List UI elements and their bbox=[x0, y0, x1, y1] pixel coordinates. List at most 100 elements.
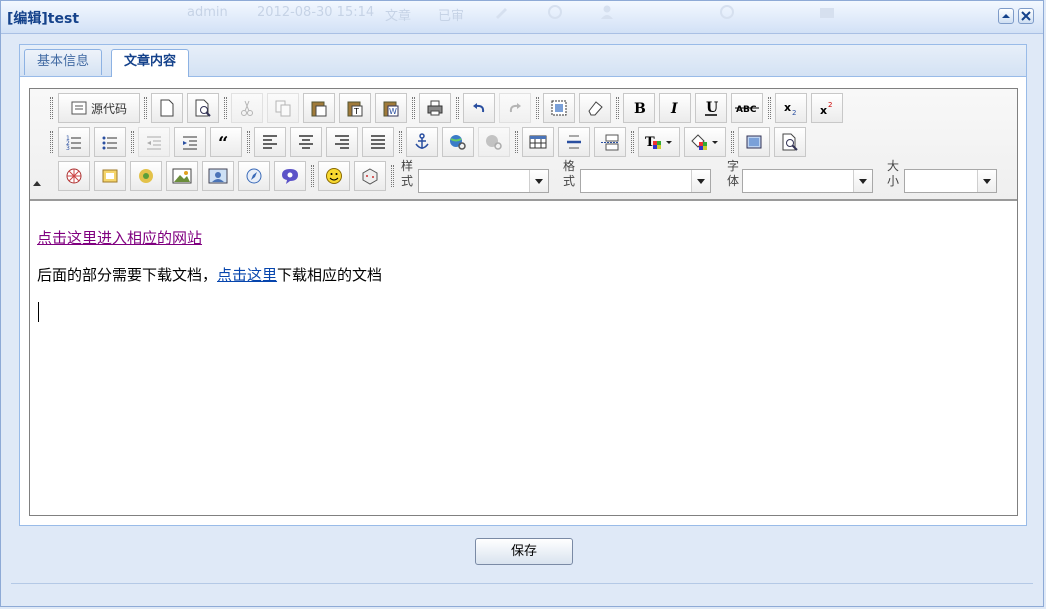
collapse-window-button[interactable] bbox=[998, 8, 1014, 24]
save-button[interactable]: 保存 bbox=[475, 538, 573, 565]
numbered-list-button[interactable]: 123 bbox=[58, 127, 90, 157]
print-icon bbox=[427, 100, 443, 116]
undo-button[interactable] bbox=[463, 93, 495, 123]
horizontal-rule-button[interactable] bbox=[558, 127, 590, 157]
format-combo[interactable] bbox=[580, 169, 711, 193]
globe-link-icon bbox=[450, 135, 466, 150]
text-color-button[interactable]: T bbox=[638, 127, 680, 157]
globe-unlink-icon bbox=[486, 135, 502, 150]
insert-special-char-button[interactable] bbox=[354, 161, 386, 191]
close-icon bbox=[1021, 11, 1031, 21]
strikethrough-icon: ABC bbox=[735, 105, 759, 115]
toolbar-separator bbox=[399, 131, 402, 153]
svg-text:W: W bbox=[389, 107, 397, 116]
size-combo-label: 大小 bbox=[886, 159, 899, 188]
insert-smiley-button[interactable] bbox=[318, 161, 350, 191]
preview-button[interactable] bbox=[187, 93, 219, 123]
toolbar-separator bbox=[412, 97, 415, 119]
blockquote-button[interactable]: “ bbox=[210, 127, 242, 157]
numbered-list-icon: 123 bbox=[66, 135, 81, 151]
find-button[interactable] bbox=[774, 127, 806, 157]
insert-image-button[interactable] bbox=[166, 161, 198, 191]
underline-button[interactable]: U bbox=[695, 93, 727, 123]
chevron-down-icon bbox=[691, 170, 710, 192]
chevron-down-icon bbox=[977, 170, 996, 192]
insert-media-button[interactable] bbox=[94, 161, 126, 191]
bulleted-list-icon bbox=[102, 136, 117, 150]
copy-button[interactable] bbox=[267, 93, 299, 123]
close-window-button[interactable] bbox=[1018, 8, 1034, 24]
paste-button[interactable] bbox=[303, 93, 335, 123]
page-break-icon bbox=[601, 134, 619, 151]
remove-format-button[interactable] bbox=[579, 93, 611, 123]
website-link[interactable]: 点击这里进入相应的网站 bbox=[37, 229, 202, 247]
insert-link-button[interactable] bbox=[442, 127, 474, 157]
find-icon bbox=[782, 133, 798, 151]
insert-audio-button[interactable] bbox=[130, 161, 162, 191]
toolbar-separator bbox=[50, 131, 53, 153]
page-break-button[interactable] bbox=[594, 127, 626, 157]
insert-safari-button[interactable] bbox=[238, 161, 270, 191]
paste-word-button[interactable]: W bbox=[375, 93, 407, 123]
align-center-button[interactable] bbox=[290, 127, 322, 157]
copy-icon bbox=[275, 100, 291, 117]
maximize-editor-button[interactable] bbox=[738, 127, 770, 157]
compass-icon bbox=[246, 168, 262, 184]
indent-button[interactable] bbox=[174, 127, 206, 157]
paste-text-button[interactable]: T bbox=[339, 93, 371, 123]
collapse-toolbar-icon[interactable] bbox=[33, 181, 41, 186]
download-link[interactable]: 点击这里 bbox=[217, 266, 277, 284]
justify-button[interactable] bbox=[362, 127, 394, 157]
cut-button[interactable] bbox=[231, 93, 263, 123]
table-icon bbox=[529, 135, 547, 149]
redo-button[interactable] bbox=[499, 93, 531, 123]
media-icon bbox=[102, 169, 118, 183]
svg-text:B: B bbox=[634, 101, 646, 116]
toolbar-separator bbox=[247, 131, 250, 153]
source-code-button[interactable]: 源代码 bbox=[58, 93, 140, 123]
bulleted-list-button[interactable] bbox=[94, 127, 126, 157]
font-combo[interactable] bbox=[742, 169, 873, 193]
outdent-button[interactable] bbox=[138, 127, 170, 157]
toolbar-separator bbox=[536, 97, 539, 119]
insert-flash-button[interactable] bbox=[58, 161, 90, 191]
align-center-icon bbox=[299, 135, 313, 149]
size-combo[interactable] bbox=[904, 169, 997, 193]
tab-article-content[interactable]: 文章内容 bbox=[111, 49, 190, 77]
source-icon bbox=[71, 101, 87, 115]
horizontal-rule-icon bbox=[567, 135, 581, 149]
chevron-down-icon bbox=[529, 170, 548, 192]
window-title: [编辑]test bbox=[7, 11, 80, 27]
speech-bubble-icon bbox=[282, 169, 298, 184]
new-page-button[interactable] bbox=[151, 93, 183, 123]
superscript-button[interactable]: x2 bbox=[811, 93, 843, 123]
svg-text:2: 2 bbox=[828, 101, 832, 109]
print-button[interactable] bbox=[419, 93, 451, 123]
toolbar-separator bbox=[515, 131, 518, 153]
insert-avatar-button[interactable] bbox=[202, 161, 234, 191]
paste-icon bbox=[311, 101, 327, 117]
insert-special-button[interactable] bbox=[274, 161, 306, 191]
window-titlebar[interactable]: [编辑]test admin 2012-08-30 15:14 文章 已审 bbox=[1, 1, 1043, 34]
anchor-button[interactable] bbox=[406, 127, 438, 157]
align-left-icon bbox=[263, 135, 277, 149]
align-left-button[interactable] bbox=[254, 127, 286, 157]
style-combo[interactable] bbox=[418, 169, 549, 193]
bg-clock-icon bbox=[719, 4, 735, 20]
source-code-label: 源代码 bbox=[90, 101, 127, 116]
select-all-button[interactable] bbox=[543, 93, 575, 123]
italic-button[interactable]: I bbox=[659, 93, 691, 123]
subscript-button[interactable]: x2 bbox=[775, 93, 807, 123]
tab-basic-info[interactable]: 基本信息 bbox=[24, 49, 103, 75]
window-footer bbox=[11, 583, 1033, 598]
text-color-icon: T bbox=[645, 135, 672, 150]
align-right-button[interactable] bbox=[326, 127, 358, 157]
editor-content-area[interactable]: 点击这里进入相应的网站 后面的部分需要下载文档，点击这里下载相应的文档 bbox=[30, 201, 1017, 515]
svg-text:I: I bbox=[670, 101, 678, 116]
svg-text:U: U bbox=[706, 100, 718, 116]
background-color-button[interactable] bbox=[684, 127, 726, 157]
strikethrough-button[interactable]: ABC bbox=[731, 93, 763, 123]
bold-button[interactable]: B bbox=[623, 93, 655, 123]
remove-link-button[interactable] bbox=[478, 127, 510, 157]
insert-table-button[interactable] bbox=[522, 127, 554, 157]
